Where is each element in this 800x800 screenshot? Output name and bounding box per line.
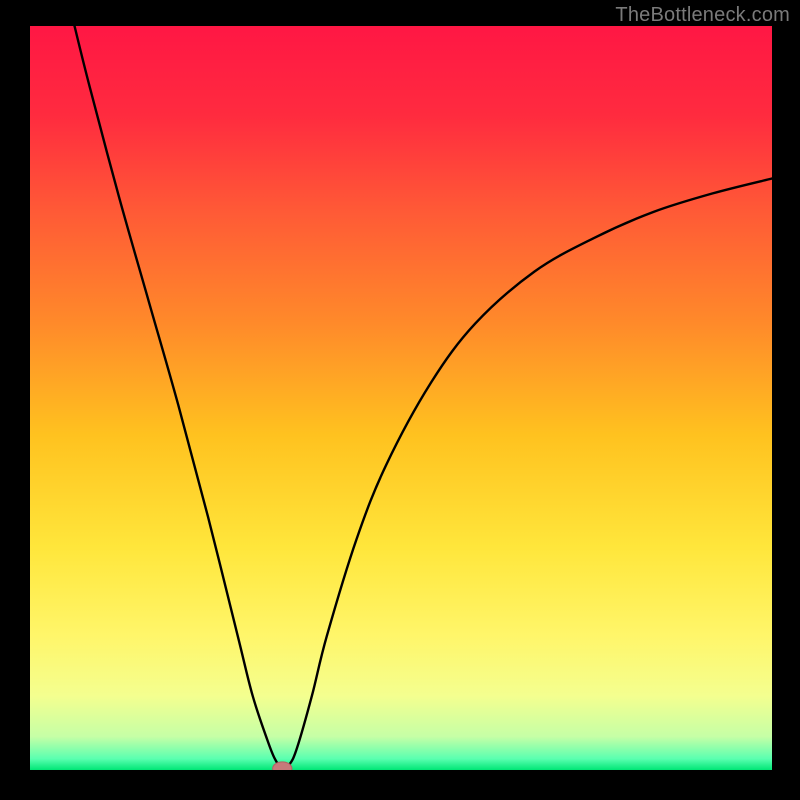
optimum-marker [273,762,292,775]
plot-background [30,26,772,770]
chart-stage: TheBottleneck.com [0,0,800,800]
watermark-text: TheBottleneck.com [615,4,790,27]
bottleneck-chart [0,0,800,800]
